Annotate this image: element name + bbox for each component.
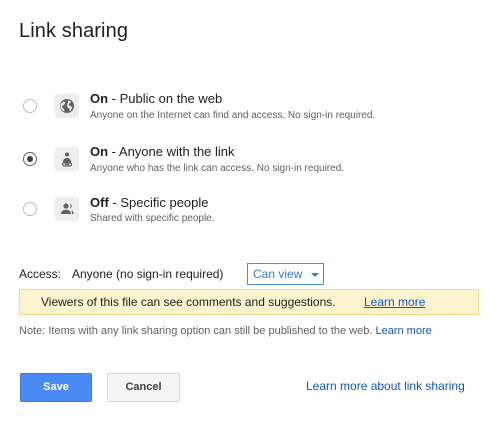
option-public-on-web[interactable]: On - Public on the web Anyone on the Int… [0,88,501,128]
option-specific-people[interactable]: Off - Specific people Shared with specif… [0,193,501,233]
permission-dropdown[interactable]: Can view [247,263,324,285]
option-description: Anyone on the Internet can find and acce… [90,110,376,121]
option-label: Anyone with the link [118,144,235,159]
option-title: On - Public on the web [90,91,222,106]
permission-selected: Can view [253,267,303,281]
globe-icon [55,94,79,118]
radio-specific-people[interactable] [23,202,37,216]
chevron-down-icon [311,273,319,277]
dialog-title: Link sharing [19,20,129,42]
notice-learn-more-link[interactable]: Learn more [364,295,425,309]
radio-anyone-with-link[interactable] [23,152,37,166]
notice-text: Viewers of this file can see comments an… [41,295,336,309]
cancel-button[interactable]: Cancel [107,373,180,402]
person-link-icon [55,147,79,171]
note-learn-more-link[interactable]: Learn more [375,325,431,337]
option-title: Off - Specific people [90,195,209,210]
learn-more-link-sharing-link[interactable]: Learn more about link sharing [306,379,465,393]
person-icon [55,197,79,221]
option-anyone-with-link[interactable]: On - Anyone with the link Anyone who has… [0,141,501,181]
note-text: Note: Items with any link sharing option… [19,325,373,337]
option-description: Shared with specific people. [90,213,215,224]
option-title: On - Anyone with the link [90,144,235,159]
option-label: Specific people [120,195,209,210]
option-separator: - [108,91,120,106]
access-label: Access: [19,267,62,281]
option-label: Public on the web [119,91,223,106]
option-separator: - [108,195,121,210]
option-description: Anyone who has the link can access. No s… [90,163,345,174]
comments-notice: Viewers of this file can see comments an… [19,289,479,315]
radio-public-on-web[interactable] [23,99,37,113]
option-state: On [90,91,109,106]
radio-selected-dot [27,156,33,162]
option-state: On [90,144,109,159]
publish-note: Note: Items with any link sharing option… [19,325,432,337]
save-button[interactable]: Save [20,373,92,402]
access-value: Anyone (no sign-in required) [72,267,224,281]
option-state: Off [90,195,109,210]
option-separator: - [108,144,119,159]
